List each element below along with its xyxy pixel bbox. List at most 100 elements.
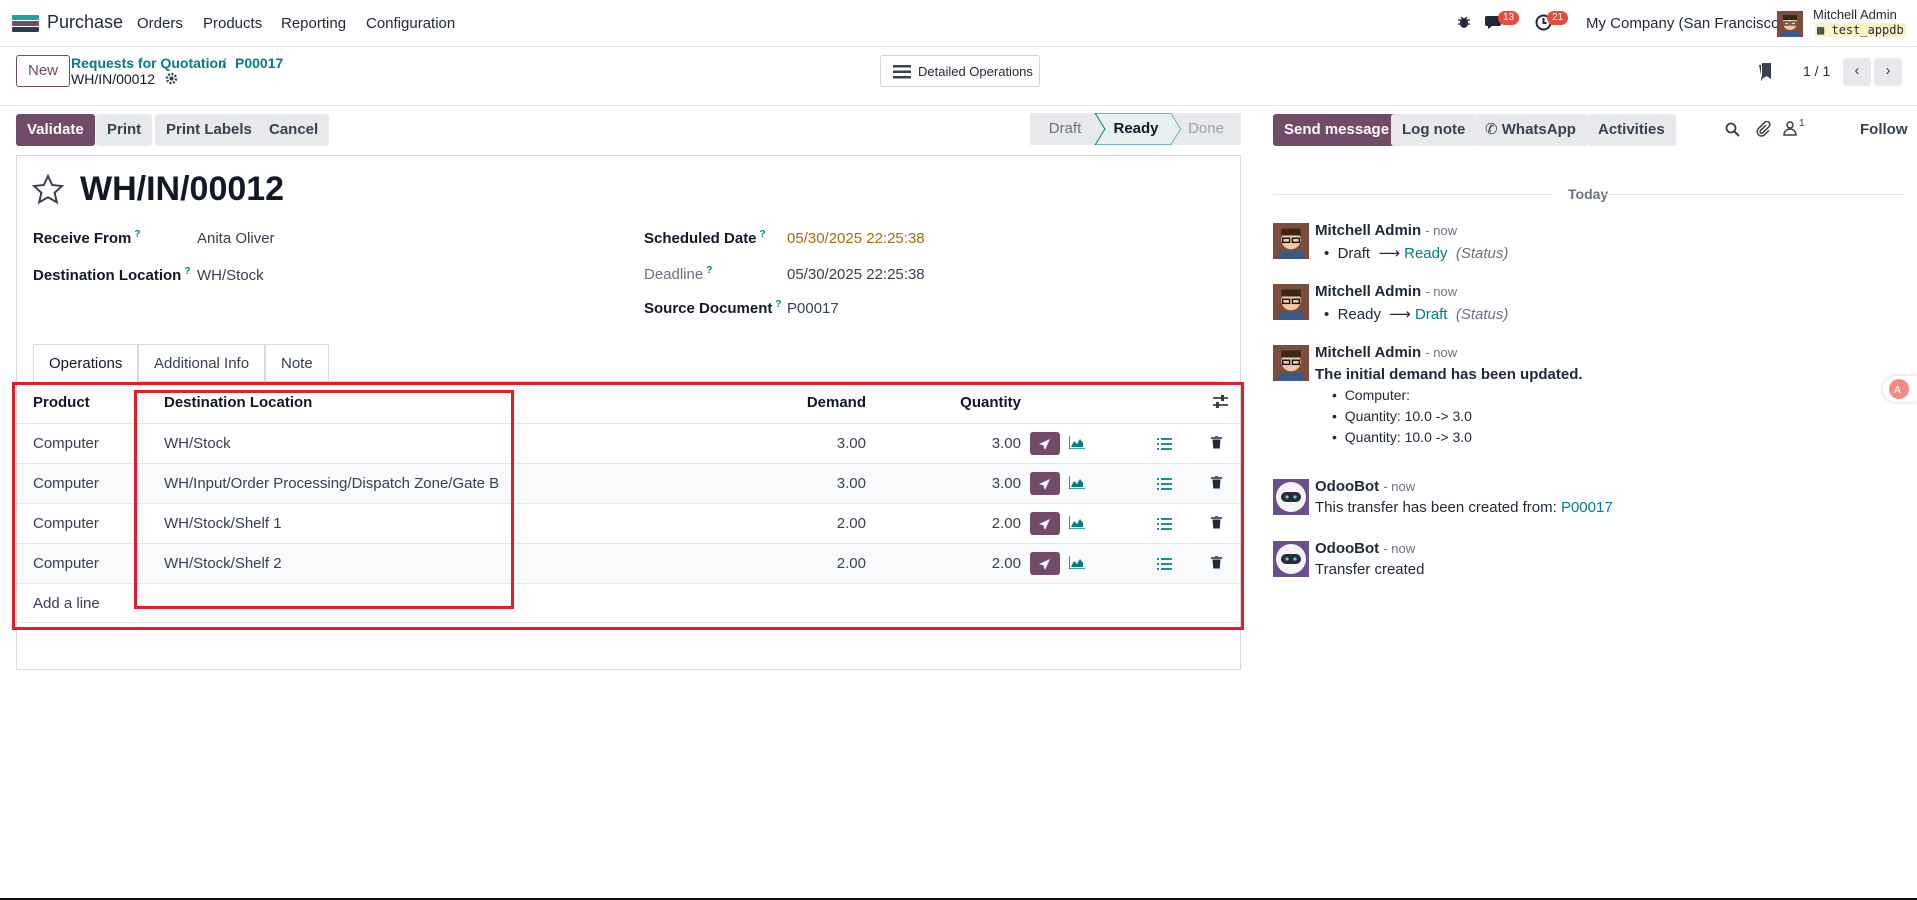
message-author-name[interactable]: Mitchell Admin: [1315, 283, 1421, 300]
help-tooltip-icon[interactable]: ?: [184, 266, 190, 277]
list-icon: [893, 65, 911, 83]
message-list-item-text: Computer:: [1344, 387, 1411, 403]
source-po-link[interactable]: P00017: [1561, 499, 1613, 516]
whatsapp-button[interactable]: ✆ WhatsApp: [1475, 114, 1587, 146]
source-document-field[interactable]: P00017: [787, 300, 839, 317]
message-author[interactable]: Mitchell Admin - now: [1315, 344, 1457, 361]
message-body: Transfer created: [1315, 561, 1425, 578]
log-note-button[interactable]: Log note: [1391, 114, 1477, 146]
activities-button[interactable]: Activities: [1587, 114, 1676, 146]
help-tooltip-icon[interactable]: ?: [706, 265, 712, 276]
status-draft[interactable]: Draft: [1030, 113, 1100, 145]
breadcrumb-rfq[interactable]: Requests for Quotation: [71, 55, 227, 71]
menu-configuration[interactable]: Configuration: [366, 15, 455, 32]
whatsapp-label: WhatsApp: [1501, 121, 1576, 138]
paperclip-icon[interactable]: [1756, 120, 1771, 141]
avatar[interactable]: [1273, 223, 1309, 259]
search-icon[interactable]: [1725, 122, 1740, 141]
tracking-old-value: Draft: [1337, 245, 1371, 262]
message-list-item: • Quantity: 10.0 -> 3.0: [1332, 429, 1472, 445]
priority-star-icon[interactable]: [31, 173, 65, 209]
purchase-app-icon[interactable]: [12, 15, 39, 32]
help-tooltip-icon[interactable]: ?: [775, 299, 781, 310]
validate-button[interactable]: Validate: [16, 114, 95, 146]
message-time: - now: [1425, 345, 1458, 360]
send-message-button[interactable]: Send message: [1273, 114, 1401, 146]
menu-reporting[interactable]: Reporting: [281, 15, 346, 32]
receive-from-field[interactable]: Anita Oliver: [197, 230, 275, 247]
followers-icon[interactable]: [1783, 121, 1797, 140]
scheduled-date-label-text: Scheduled Date: [644, 230, 757, 247]
db-name: ▩ test_appdb: [1815, 23, 1906, 37]
tab-operations[interactable]: Operations: [33, 344, 139, 382]
pager-value[interactable]: 1 / 1: [1803, 63, 1830, 79]
message-list-item: • Quantity: 10.0 -> 3.0: [1332, 408, 1472, 424]
message-author[interactable]: Mitchell Admin - now: [1315, 283, 1457, 300]
scheduled-date-field[interactable]: 05/30/2025 22:25:38: [787, 230, 925, 247]
help-tooltip-icon[interactable]: ?: [760, 229, 766, 240]
pager-previous-icon[interactable]: ‹: [1843, 58, 1871, 86]
detailed-operations-button[interactable]: Detailed Operations: [880, 55, 1040, 87]
message-author-name[interactable]: OdooBot: [1315, 540, 1379, 557]
cancel-button[interactable]: Cancel: [258, 114, 330, 146]
deadline-label: Deadline?: [644, 265, 712, 283]
message-list-item: • Computer:: [1332, 387, 1411, 403]
tab-note[interactable]: Note: [265, 344, 329, 382]
odoobot-avatar[interactable]: [1273, 479, 1309, 515]
detailed-operations-label: Detailed Operations: [918, 64, 1033, 79]
today-divider-left: [1273, 194, 1553, 195]
tracking-new-value: Draft: [1414, 306, 1448, 323]
deadline-field[interactable]: 05/30/2025 22:25:38: [787, 266, 925, 283]
menu-orders[interactable]: Orders: [137, 15, 183, 32]
message-author[interactable]: Mitchell Admin - now: [1315, 222, 1457, 239]
pager-next-icon[interactable]: ›: [1874, 58, 1902, 86]
breadcrumb-separator: /: [222, 55, 226, 71]
company-switcher[interactable]: My Company (San Francisco): [1586, 15, 1784, 32]
today-divider-right: [1605, 194, 1905, 195]
source-document-label: Source Document?: [644, 299, 781, 317]
print-button[interactable]: Print: [96, 114, 153, 146]
destination-location-label-text: Destination Location: [33, 267, 182, 284]
message-author-name[interactable]: OdooBot: [1315, 478, 1379, 495]
bookmark-icon[interactable]: [1759, 63, 1774, 85]
message-time: - now: [1383, 541, 1416, 556]
user-name[interactable]: Mitchell Admin: [1813, 7, 1897, 22]
highlight-column-box: [134, 390, 514, 609]
record-title: WH/IN/00012: [80, 170, 285, 208]
destination-location-field[interactable]: WH/Stock: [197, 267, 264, 284]
db-name-text: test_appdb: [1831, 23, 1904, 37]
message-time: - now: [1425, 223, 1458, 238]
receive-from-label-text: Receive From: [33, 230, 132, 247]
menu-products[interactable]: Products: [203, 15, 262, 32]
activity-count-badge: 21: [1547, 11, 1569, 25]
message-author[interactable]: OdooBot - now: [1315, 540, 1415, 557]
new-button[interactable]: New: [16, 55, 71, 87]
avatar[interactable]: [1273, 345, 1309, 381]
tracking-value: • Draft ⟶ Ready (Status): [1324, 245, 1509, 262]
bug-icon[interactable]: [1457, 15, 1471, 33]
avatar[interactable]: [1273, 284, 1309, 320]
gear-icon[interactable]: [165, 72, 178, 89]
message-body-text: This transfer has been created from:: [1315, 499, 1557, 516]
status-ready[interactable]: Ready: [1103, 113, 1169, 145]
help-tooltip-icon[interactable]: ?: [134, 229, 140, 240]
follow-button[interactable]: Follow: [1860, 121, 1908, 138]
followers-count: 1: [1799, 118, 1805, 129]
message-author[interactable]: OdooBot - now: [1315, 478, 1415, 495]
message-body: The initial demand has been updated.: [1315, 366, 1583, 383]
chat-count-badge: 13: [1498, 11, 1520, 25]
odoobot-avatar[interactable]: [1273, 541, 1309, 577]
tracking-value: • Ready ⟶ Draft (Status): [1324, 306, 1509, 323]
status-done[interactable]: Done: [1178, 113, 1234, 145]
message-author-name[interactable]: Mitchell Admin: [1315, 344, 1421, 361]
app-name[interactable]: Purchase: [47, 12, 123, 33]
whatsapp-icon: ✆: [1485, 121, 1498, 138]
message-author-name[interactable]: Mitchell Admin: [1315, 222, 1421, 239]
translate-icon[interactable]: A: [1883, 376, 1917, 402]
breadcrumb-po[interactable]: P00017: [235, 55, 283, 71]
message-time: - now: [1383, 479, 1416, 494]
print-labels-button[interactable]: Print Labels: [155, 114, 263, 146]
user-avatar[interactable]: [1777, 11, 1803, 37]
tracking-old-value: Ready: [1337, 306, 1381, 323]
tab-additional-info[interactable]: Additional Info: [138, 344, 266, 382]
